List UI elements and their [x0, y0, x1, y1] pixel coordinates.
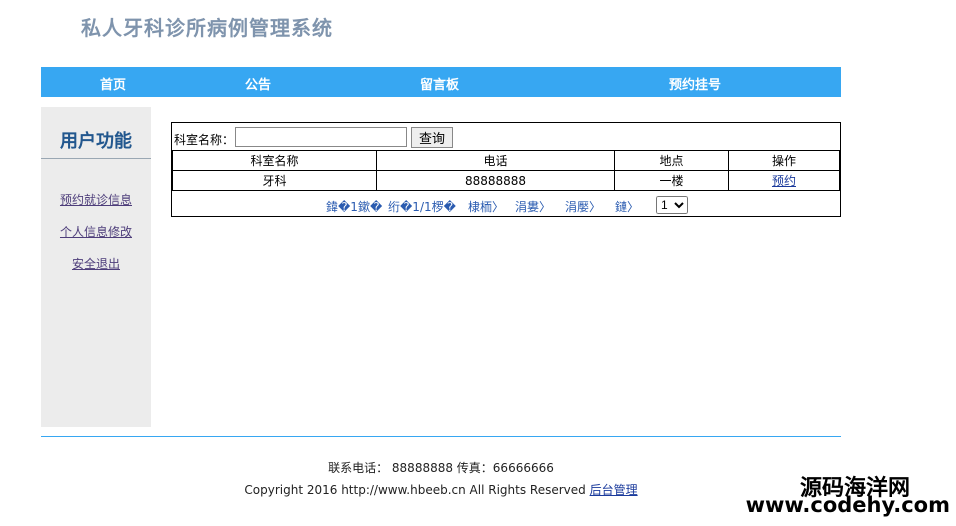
sidebar: 用户功能 预约就诊信息 个人信息修改 安全退出: [41, 107, 151, 427]
pager-next[interactable]: 涓嬮〉: [565, 198, 601, 215]
cell-action: 预约: [728, 170, 840, 191]
pager-first[interactable]: 棣栭〉: [468, 198, 504, 215]
table-header-row: 科室名称 电话 地点 操作: [172, 150, 840, 171]
col-header-name: 科室名称: [172, 150, 377, 171]
sidebar-item-profile[interactable]: 个人信息修改: [41, 223, 151, 240]
col-header-phone: 电话: [376, 150, 615, 171]
pager-total: 鍏�1鏉�: [326, 200, 383, 214]
pager-prev[interactable]: 涓婁〉: [515, 198, 551, 215]
sidebar-divider: [41, 158, 151, 159]
site-title: 私人牙科诊所病例管理系统: [81, 16, 333, 40]
sidebar-heading: 用户功能: [60, 131, 132, 152]
footer-divider: [41, 436, 841, 437]
cell-phone: 88888888: [376, 170, 615, 191]
cell-name: 牙科: [172, 170, 377, 191]
sidebar-item-appointments[interactable]: 预约就诊信息: [41, 191, 151, 208]
copyright-text: Copyright 2016 http://www.hbeeb.cn All R…: [244, 483, 586, 497]
col-header-location: 地点: [614, 150, 729, 171]
department-panel: 科室名称： 查询 科室名称 电话 地点 操作 牙科 88888888 一楼 预约…: [171, 122, 841, 217]
search-label: 科室名称：: [174, 133, 235, 147]
department-table: 科室名称 电话 地点 操作 牙科 88888888 一楼 预约: [172, 150, 840, 191]
search-button[interactable]: 查询: [411, 127, 453, 148]
admin-link[interactable]: 后台管理: [590, 483, 638, 497]
nav-appointment[interactable]: 预约挂号: [669, 74, 721, 93]
nav-guestbook[interactable]: 留言板: [420, 74, 459, 93]
footer-contact: 联系电话： 88888888 传真：66666666: [328, 461, 554, 475]
table-row: 牙科 88888888 一楼 预约: [172, 170, 840, 191]
col-header-action: 操作: [728, 150, 840, 171]
book-link[interactable]: 预约: [772, 174, 796, 188]
department-search-input[interactable]: [235, 127, 407, 147]
top-nav: 首页 公告 留言板 预约挂号: [41, 67, 841, 97]
nav-notice[interactable]: 公告: [245, 74, 271, 93]
cell-location: 一楼: [614, 170, 729, 191]
pager: 鍏�1鏉� 绗�1/1椤� 棣栭〉 涓婁〉 涓嬮〉 鏈〉 1: [172, 195, 840, 215]
page-select[interactable]: 1: [656, 196, 688, 214]
sidebar-item-logout[interactable]: 安全退出: [41, 255, 151, 272]
nav-home[interactable]: 首页: [100, 74, 126, 93]
watermark-url: www.codehy.com: [745, 493, 950, 517]
pager-last[interactable]: 鏈〉: [615, 198, 639, 215]
pager-page-info: 绗�1/1椤�: [388, 200, 456, 214]
